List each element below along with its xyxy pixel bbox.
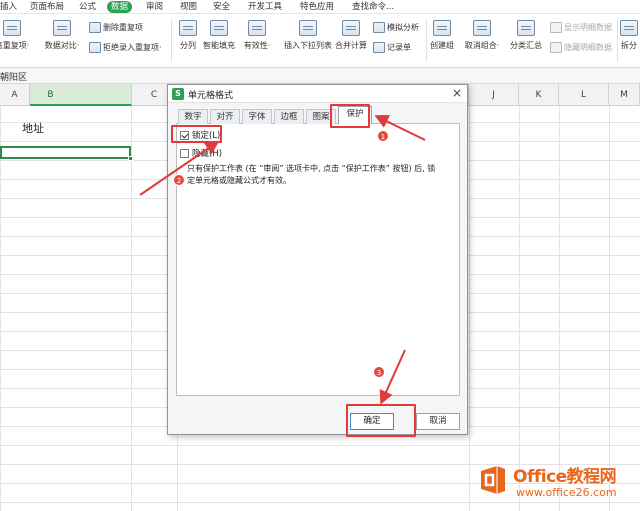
office-logo-icon [481, 466, 505, 494]
step-badge-2: 2 [173, 174, 185, 186]
annotation-arrow-3 [379, 349, 406, 405]
watermark-url: www.office26.com [516, 486, 617, 499]
step-badge-3: 3 [373, 366, 385, 378]
annotation-arrow-2 [139, 140, 220, 196]
watermark-title: Office教程网 [513, 467, 617, 487]
step-badge-1: 1 [377, 130, 389, 142]
annotation-arrows [139, 115, 426, 405]
watermark: Office教程网 www.office26.com [478, 462, 638, 506]
